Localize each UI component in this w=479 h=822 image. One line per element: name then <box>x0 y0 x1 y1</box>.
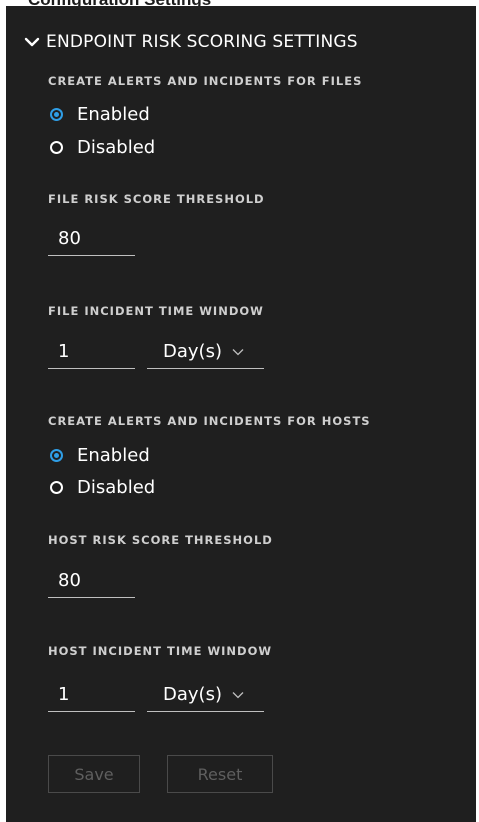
hosts-disabled-radio[interactable]: Disabled <box>50 475 155 499</box>
host-window-unit-value: Day(s) <box>163 684 222 705</box>
file-threshold-input[interactable]: 80 <box>48 222 135 256</box>
file-threshold-value: 80 <box>58 228 81 249</box>
hosts-alerts-label: CREATE ALERTS AND INCIDENTS FOR HOSTS <box>48 414 371 428</box>
file-threshold-label: FILE RISK SCORE THRESHOLD <box>48 192 265 206</box>
radio-unchecked-icon <box>50 480 63 494</box>
hosts-enabled-radio[interactable]: Enabled <box>50 443 150 467</box>
chevron-down-icon <box>232 348 244 355</box>
endpoint-risk-scoring-panel: ENDPOINT RISK SCORING SETTINGS CREATE AL… <box>6 6 476 822</box>
save-button[interactable]: Save <box>48 755 140 793</box>
files-alerts-label: CREATE ALERTS AND INCIDENTS FOR FILES <box>48 74 363 88</box>
file-window-unit-value: Day(s) <box>163 341 222 362</box>
panel-title: ENDPOINT RISK SCORING SETTINGS <box>46 32 358 52</box>
host-threshold-label: HOST RISK SCORE THRESHOLD <box>48 533 273 547</box>
host-window-value: 1 <box>58 684 70 705</box>
files-enabled-label: Enabled <box>77 103 150 125</box>
host-window-input[interactable]: 1 <box>48 678 135 712</box>
panel-header-toggle[interactable]: ENDPOINT RISK SCORING SETTINGS <box>24 28 358 56</box>
reset-button[interactable]: Reset <box>167 755 273 793</box>
host-threshold-input[interactable]: 80 <box>48 564 135 598</box>
host-window-unit-select[interactable]: Day(s) <box>147 678 264 712</box>
file-window-unit-select[interactable]: Day(s) <box>147 335 264 369</box>
radio-unchecked-icon <box>50 140 63 154</box>
file-window-input[interactable]: 1 <box>48 335 135 369</box>
chevron-down-icon <box>24 37 40 47</box>
files-disabled-label: Disabled <box>77 136 156 158</box>
hosts-disabled-label: Disabled <box>77 476 156 498</box>
host-threshold-value: 80 <box>58 570 81 591</box>
chevron-down-icon <box>232 691 244 698</box>
files-enabled-radio[interactable]: Enabled <box>50 102 150 126</box>
radio-checked-icon <box>50 107 63 121</box>
hosts-enabled-label: Enabled <box>77 444 150 466</box>
host-window-label: HOST INCIDENT TIME WINDOW <box>48 644 273 658</box>
radio-checked-icon <box>50 448 63 462</box>
files-disabled-radio[interactable]: Disabled <box>50 135 155 159</box>
file-window-label: FILE INCIDENT TIME WINDOW <box>48 304 264 318</box>
file-window-value: 1 <box>58 341 70 362</box>
